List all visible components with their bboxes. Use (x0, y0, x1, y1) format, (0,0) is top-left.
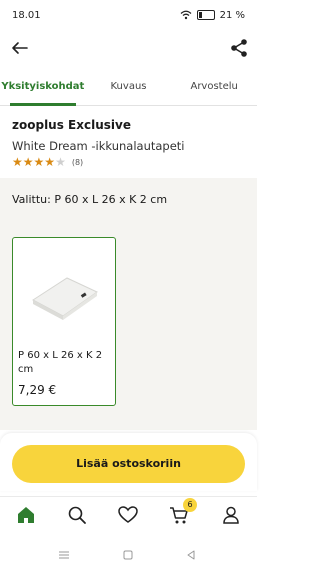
heart-icon[interactable] (117, 504, 139, 526)
bottom-navigation (0, 496, 257, 534)
tab-bar: Yksityiskohdat Kuvaus Arvostelu (0, 72, 257, 106)
home-icon[interactable] (15, 504, 37, 526)
status-time: 18.01 (12, 9, 41, 21)
selected-variant-label: Valittu: P 60 x L 26 x K 2 cm (12, 193, 168, 206)
status-icons: 21 % (180, 10, 245, 21)
variant-card[interactable]: P 60 x L 26 x K 2 cm 7,29 € (12, 237, 116, 406)
tab-reviews[interactable]: Arvostelu (171, 72, 257, 105)
star-full-icon: ★ (12, 155, 23, 169)
cart-badge: 6 (183, 498, 197, 512)
app-bar (0, 32, 257, 66)
home-square-icon[interactable] (122, 549, 134, 561)
product-image (32, 277, 98, 320)
variant-size: P 60 x L 26 x K 2 cm (18, 350, 103, 375)
profile-icon[interactable] (220, 504, 242, 526)
star-full-icon: ★ (22, 155, 34, 169)
tab-details[interactable]: Yksityiskohdat (0, 72, 86, 106)
back-arrow-icon[interactable] (10, 38, 30, 58)
product-name: White Dream -ikkunalautapeti (12, 139, 185, 153)
add-to-cart-button[interactable]: Lisää ostoskoriin (12, 445, 245, 483)
variant-price: 7,29 € (18, 383, 57, 397)
product-rating[interactable]: ★ ★ ★ ★ ★ (8) (12, 156, 83, 168)
system-navigation-bar (0, 540, 257, 575)
search-icon[interactable] (66, 504, 88, 526)
menu-icon[interactable] (58, 549, 70, 561)
product-brand: zooplus Exclusive (12, 118, 131, 132)
wifi-icon (180, 10, 192, 20)
review-count: (8) (71, 157, 84, 167)
share-icon[interactable] (229, 38, 249, 58)
star-full-icon: ★ (44, 155, 56, 169)
battery-icon (196, 10, 215, 20)
status-bar: 18.01 21 % (0, 0, 257, 30)
star-empty-icon: ★ (55, 155, 66, 169)
battery-level: 21 % (219, 9, 245, 21)
back-triangle-icon[interactable] (185, 549, 197, 561)
star-full-icon: ★ (33, 155, 45, 169)
tab-description[interactable]: Kuvaus (86, 72, 172, 105)
